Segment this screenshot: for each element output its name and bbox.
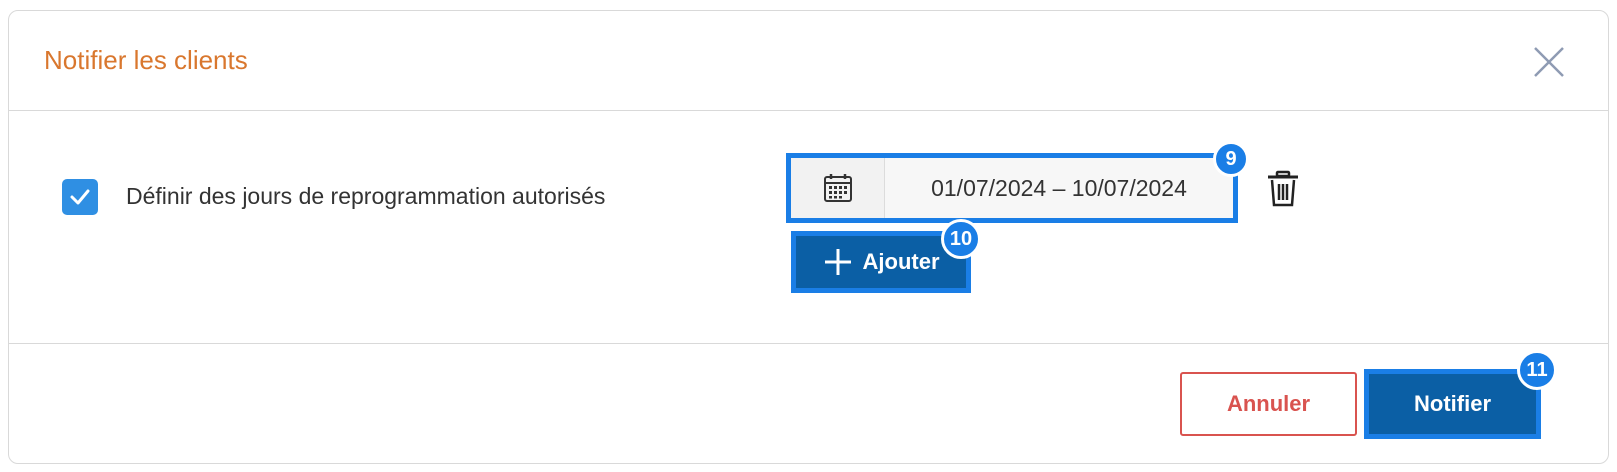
step-badge-9: 9 (1213, 141, 1249, 177)
dialog-header: Notifier les clients (9, 11, 1608, 111)
dialog-footer: Annuler Notifier 11 (9, 344, 1608, 463)
dialog-title: Notifier les clients (44, 45, 248, 75)
reschedule-label: Définir des jours de reprogrammation aut… (126, 183, 606, 209)
date-range-value[interactable]: 01/07/2024 – 10/07/2024 (885, 158, 1233, 218)
date-range-field[interactable]: 01/07/2024 – 10/07/2024 (786, 153, 1238, 223)
trash-icon (1268, 170, 1298, 207)
calendar-icon (823, 174, 852, 202)
delete-date-range-button[interactable] (1265, 170, 1301, 208)
close-button[interactable] (1532, 45, 1566, 79)
step-badge-10: 10 (941, 219, 981, 259)
cancel-button[interactable]: Annuler (1180, 372, 1357, 436)
reschedule-checkbox[interactable] (62, 179, 98, 215)
add-button-label: Ajouter (862, 249, 940, 274)
step-badge-11: 11 (1517, 350, 1557, 390)
dialog-body: Définir des jours de reprogrammation aut… (9, 111, 1608, 344)
date-picker-button[interactable] (791, 158, 885, 218)
check-icon (70, 189, 90, 205)
close-icon (1534, 47, 1564, 77)
plus-icon (824, 249, 851, 275)
notify-clients-dialog: Notifier les clients Définir des jours d… (8, 10, 1609, 464)
notify-button[interactable]: Notifier (1364, 369, 1541, 439)
